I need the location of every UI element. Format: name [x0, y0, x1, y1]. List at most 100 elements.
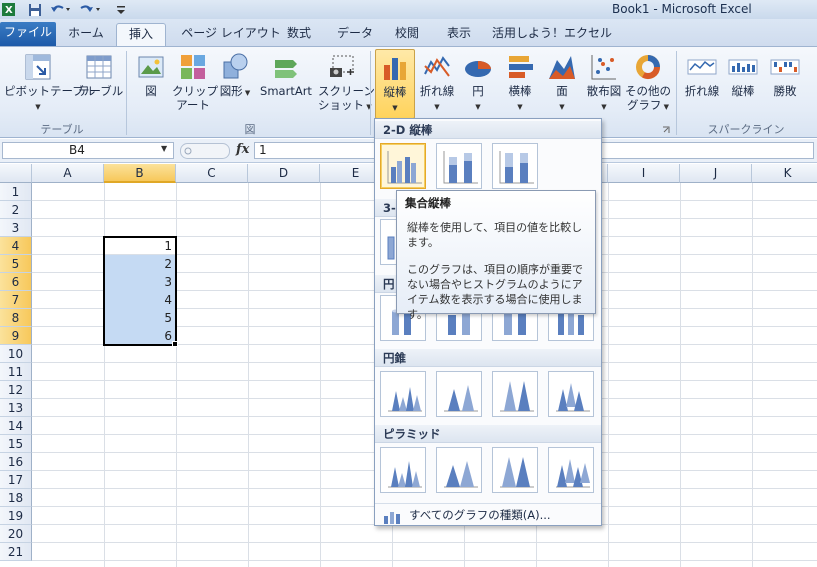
chevron-down-icon: ▼ — [35, 103, 41, 111]
chevron-down-icon: ▼ — [559, 103, 565, 111]
title-bar: X Book1 - Microsoft Excel — [0, 0, 817, 19]
all-chart-types-item[interactable]: すべてのグラフの種類(A)... — [375, 503, 601, 525]
row-header[interactable]: 17 — [0, 471, 32, 489]
pivot-table-button[interactable]: ピボットテーブル ▼ — [4, 52, 95, 114]
undo-icon[interactable] — [50, 2, 72, 17]
pyramid-option-2[interactable] — [436, 447, 482, 493]
column-header[interactable]: D — [248, 164, 320, 183]
cone-option-2[interactable] — [436, 371, 482, 417]
row-header-selected[interactable]: 5 — [0, 255, 32, 273]
tab-view[interactable]: 表示 — [442, 23, 476, 46]
tab-file[interactable]: ファイル — [0, 22, 56, 46]
gallery-section-2d-column: 2-D 縦棒 — [375, 121, 601, 139]
tab-home[interactable]: ホーム — [62, 23, 110, 46]
row-header[interactable]: 1 — [0, 183, 32, 201]
tab-insert[interactable]: 挿入 — [116, 23, 166, 46]
area-chart-button[interactable]: 面 ▼ — [545, 52, 579, 114]
column-header[interactable]: I — [608, 164, 680, 183]
sparkline-winloss-button[interactable]: 勝敗 — [768, 52, 802, 98]
table-button[interactable]: テーブル — [78, 52, 123, 98]
chevron-down-icon[interactable]: ▼ — [161, 144, 167, 153]
column-header[interactable]: J — [680, 164, 752, 183]
100-stacked-column-option[interactable] — [492, 143, 538, 189]
fill-handle[interactable] — [172, 341, 178, 347]
bar-chart-button[interactable]: 横棒 ▼ — [502, 52, 538, 114]
cell-b7[interactable]: 4 — [104, 291, 176, 309]
row-header[interactable]: 15 — [0, 435, 32, 453]
row-header[interactable]: 13 — [0, 399, 32, 417]
sparkline-line-button[interactable]: 折れ線 — [682, 52, 722, 98]
pyramid-option-1[interactable] — [380, 447, 426, 493]
row-header[interactable]: 18 — [0, 489, 32, 507]
grid-line — [248, 183, 249, 567]
customize-qat-icon[interactable] — [114, 2, 128, 17]
row-header[interactable]: 14 — [0, 417, 32, 435]
picture-button[interactable]: 図 — [134, 52, 168, 98]
save-icon[interactable] — [28, 2, 42, 17]
gallery-section-pyramid: ピラミッド — [375, 425, 601, 443]
formula-bar-splitter-icon[interactable] — [180, 143, 230, 162]
column-header[interactable]: A — [32, 164, 104, 183]
row-header[interactable]: 10 — [0, 345, 32, 363]
dialog-launcher-icon[interactable] — [662, 124, 670, 137]
cell-b5[interactable]: 2 — [104, 255, 176, 273]
cell-b8[interactable]: 5 — [104, 309, 176, 327]
column-chart-button[interactable]: 縦棒 ▼ — [375, 49, 415, 119]
row-header[interactable]: 12 — [0, 381, 32, 399]
column-header[interactable]: C — [176, 164, 248, 183]
select-all-corner[interactable] — [0, 164, 32, 183]
screenshot-button[interactable]: スクリーン ショット ▼ — [318, 52, 375, 114]
insert-function-icon[interactable]: fx — [236, 142, 249, 157]
row-header[interactable]: 21 — [0, 543, 32, 561]
gallery-section-3d-column: 3- — [375, 199, 397, 217]
row-header-selected[interactable]: 6 — [0, 273, 32, 291]
redo-icon[interactable] — [80, 2, 102, 17]
stacked-column-option[interactable] — [436, 143, 482, 189]
pie-chart-button[interactable]: 円 ▼ — [461, 52, 495, 114]
row-header[interactable]: 3 — [0, 219, 32, 237]
row-header[interactable]: 2 — [0, 201, 32, 219]
column-header[interactable]: K — [752, 164, 817, 183]
tab-page-layout[interactable]: ページ レイアウト — [172, 23, 290, 46]
grid-line — [32, 560, 817, 561]
row-header[interactable]: 19 — [0, 507, 32, 525]
line-chart-button[interactable]: 折れ線 ▼ — [417, 52, 457, 114]
row-header-selected[interactable]: 4 — [0, 237, 32, 255]
cone-option-1[interactable] — [380, 371, 426, 417]
pyramid-option-3[interactable] — [492, 447, 538, 493]
tooltip-usage-note: このグラフは、項目の順序が重要でない場合やヒストグラムのようにアイテム数を表示す… — [407, 263, 583, 321]
row-header-selected[interactable]: 9 — [0, 327, 32, 345]
cone-option-3[interactable] — [492, 371, 538, 417]
column-chart-gallery: 2-D 縦棒 3- 円 円錐 ピラミッド すべてのグラフの種類(A)... — [374, 118, 602, 526]
row-header[interactable]: 11 — [0, 363, 32, 381]
shapes-button[interactable]: 図形 ▼ — [218, 52, 252, 100]
other-charts-button[interactable]: その他の グラフ ▼ — [624, 52, 672, 114]
clustered-column-tooltip: 集合縦棒 縦棒を使用して、項目の値を比較します。 このグラフは、項目の順序が重要… — [396, 190, 596, 321]
line-chart-icon — [422, 52, 452, 82]
cell-b6[interactable]: 3 — [104, 273, 176, 291]
cell-b9[interactable]: 6 — [104, 327, 176, 345]
column-header-selected[interactable]: B — [104, 164, 176, 183]
screenshot-icon — [327, 52, 357, 82]
chevron-down-icon: ▼ — [517, 103, 523, 111]
smartart-button[interactable]: SmartArt — [256, 52, 316, 98]
sparkline-column-button[interactable]: 縦棒 — [726, 52, 760, 98]
clustered-column-option[interactable] — [380, 143, 426, 189]
tab-data[interactable]: データ — [334, 23, 376, 46]
name-box[interactable]: B4 — [2, 142, 174, 159]
row-header-selected[interactable]: 8 — [0, 309, 32, 327]
tab-review[interactable]: 校閲 — [390, 23, 424, 46]
3d-pyramid-option[interactable] — [548, 447, 594, 493]
sparkline-winloss-icon — [770, 52, 800, 82]
row-header[interactable]: 16 — [0, 453, 32, 471]
shapes-icon — [220, 52, 250, 82]
tab-formulas[interactable]: 数式 — [280, 23, 318, 46]
smartart-icon — [271, 52, 301, 82]
tab-katsuyou-excel[interactable]: 活用しよう！エクセル — [492, 23, 612, 46]
row-header[interactable]: 20 — [0, 525, 32, 543]
clipart-button[interactable]: クリップ アート — [172, 52, 218, 112]
3d-cone-option[interactable] — [548, 371, 594, 417]
cell-b4[interactable]: 1 — [104, 237, 176, 255]
row-header-selected[interactable]: 7 — [0, 291, 32, 309]
scatter-chart-button[interactable]: 散布図 ▼ — [584, 52, 624, 114]
